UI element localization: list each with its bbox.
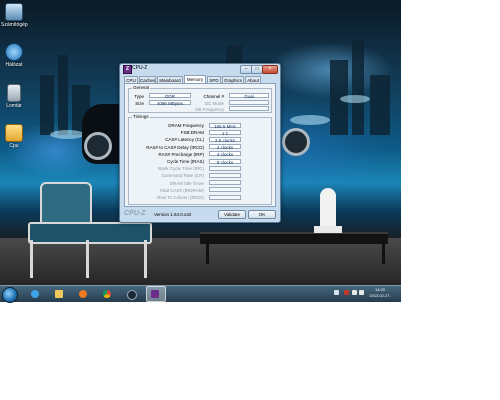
cpuz-window[interactable]: Z CPU-Z – □ × CPU Caches Mainboard Memor… (119, 63, 281, 223)
nb-frequency-label: NB Frequency (195, 107, 224, 112)
desktop-icon-label: Lomtár (6, 103, 22, 109)
tab-spd[interactable]: SPD (207, 76, 221, 83)
size-value: 4096 MBytes (149, 100, 191, 106)
clock-date: 2013.02.27. (369, 293, 391, 298)
desktop-icon-cpu[interactable]: Cpu (1, 124, 27, 149)
timing-label: FSB:DRAM (180, 130, 204, 136)
tab-about[interactable]: About (245, 76, 261, 83)
tab-memory[interactable]: Memory (184, 75, 206, 83)
group-title: Timings (132, 114, 150, 119)
cpuz-brand-logo: CPU-Z (124, 210, 146, 217)
timing-label: DRAM Idle Timer (169, 180, 204, 186)
desktop-icon-recycle-bin[interactable]: Lomtár (1, 84, 27, 109)
version-text: Version 1.64.0.x32 (154, 212, 192, 217)
cpuz-app-icon (151, 290, 159, 298)
timing-value: 8 clocks (209, 158, 241, 165)
taskbar-steam[interactable] (124, 288, 138, 300)
tab-graphics[interactable]: Graphics (222, 76, 244, 83)
start-button[interactable] (2, 287, 18, 303)
timing-value: 1:1 (209, 129, 241, 136)
channel-value: Dual (229, 93, 269, 99)
internet-explorer-icon (31, 290, 39, 298)
type-label: Type (134, 94, 144, 99)
timing-label: Cycle Time (tRAS) (166, 159, 204, 164)
group-title: General (132, 85, 151, 90)
taskbar-ie[interactable] (28, 288, 42, 300)
timing-value (209, 172, 241, 178)
nb-frequency-value (229, 106, 269, 111)
timing-label: CAS# Latency (CL) (165, 137, 204, 143)
timing-label: Command Rate (CR) (161, 173, 204, 179)
dc-mode-value (229, 100, 269, 105)
taskbar-cpuz[interactable] (146, 286, 166, 302)
window-footer: CPU-Z Version 1.64.0.x32 Validate OK (120, 209, 280, 221)
timing-value: 4 clocks (209, 151, 241, 157)
tray-flag-icon[interactable] (344, 290, 349, 295)
desktop-icon-label: Cpu (9, 143, 19, 149)
tray-volume-icon[interactable] (359, 290, 364, 295)
dc-mode-label: DC Mode (204, 101, 224, 106)
timing-value (209, 194, 241, 200)
title-bar[interactable]: Z CPU-Z – □ × (120, 64, 280, 74)
floor (0, 238, 401, 285)
statue-image (320, 188, 336, 228)
steam-icon (127, 290, 137, 300)
timing-label: RAS# Precharge (tRP) (158, 151, 204, 157)
timing-value (209, 180, 241, 186)
tab-mainboard[interactable]: Mainboard (157, 76, 183, 83)
tab-cpu[interactable]: CPU (124, 76, 138, 83)
desktop-icon-label: Hálózat (5, 62, 23, 68)
folder-icon (55, 290, 63, 298)
desktop-icon-label: Számítógép (1, 22, 28, 28)
ok-button[interactable]: OK (248, 210, 276, 219)
timing-value: 4 clocks (209, 144, 241, 150)
recycle-bin-icon (7, 84, 21, 102)
type-value: DDR (149, 93, 191, 99)
chair-image (40, 182, 92, 226)
timing-value: 166.5 MHz (209, 122, 241, 129)
chrome-icon (103, 290, 111, 298)
validate-button[interactable]: Validate (218, 210, 246, 219)
desktop-icon-computer[interactable]: Számítógép (1, 3, 28, 28)
close-button[interactable]: × (262, 65, 278, 74)
size-label: Size (135, 101, 144, 106)
folder-icon (5, 124, 23, 142)
media-player-icon (79, 290, 87, 298)
timing-value: 2.5 clocks (209, 136, 241, 143)
desktop-icon-network[interactable]: Hálózat (1, 43, 27, 68)
timing-label: Row To Column (tRCD) (157, 195, 204, 200)
taskbar-explorer[interactable] (52, 288, 66, 300)
window-title: CPU-Z (132, 65, 148, 71)
timing-value (209, 165, 241, 171)
timing-value (209, 187, 241, 193)
channel-label: Channel # (203, 94, 224, 99)
tray-arrow-icon[interactable] (334, 290, 339, 295)
taskbar-media-player[interactable] (76, 288, 90, 300)
network-icon (5, 43, 23, 61)
timing-label: RAS# to CAS# Delay (tRCD) (146, 144, 204, 150)
bench-image (200, 232, 388, 244)
timings-group: Timings DRAM Frequency 166.5 MHz FSB:DRAM 1… (128, 114, 272, 205)
general-group: General Type DDR Size 4096 MBytes Channe… (128, 85, 272, 113)
tab-caches[interactable]: Caches (139, 76, 156, 83)
taskbar-clock[interactable]: 14:20 2013.02.27. (366, 287, 394, 299)
computer-icon (5, 3, 23, 21)
memory-panel: General Type DDR Size 4096 MBytes Channe… (124, 83, 276, 207)
taskbar: 14:20 2013.02.27. (0, 285, 401, 303)
taskbar-chrome[interactable] (100, 288, 114, 300)
timing-label: DRAM Frequency (168, 123, 204, 128)
timing-label: Total CAS# (tRDRAM) (159, 187, 204, 193)
timing-label: Bank Cycle Time (tRC) (158, 166, 204, 172)
tray-network-icon[interactable] (352, 290, 357, 295)
cpuz-app-icon: Z (123, 65, 132, 74)
